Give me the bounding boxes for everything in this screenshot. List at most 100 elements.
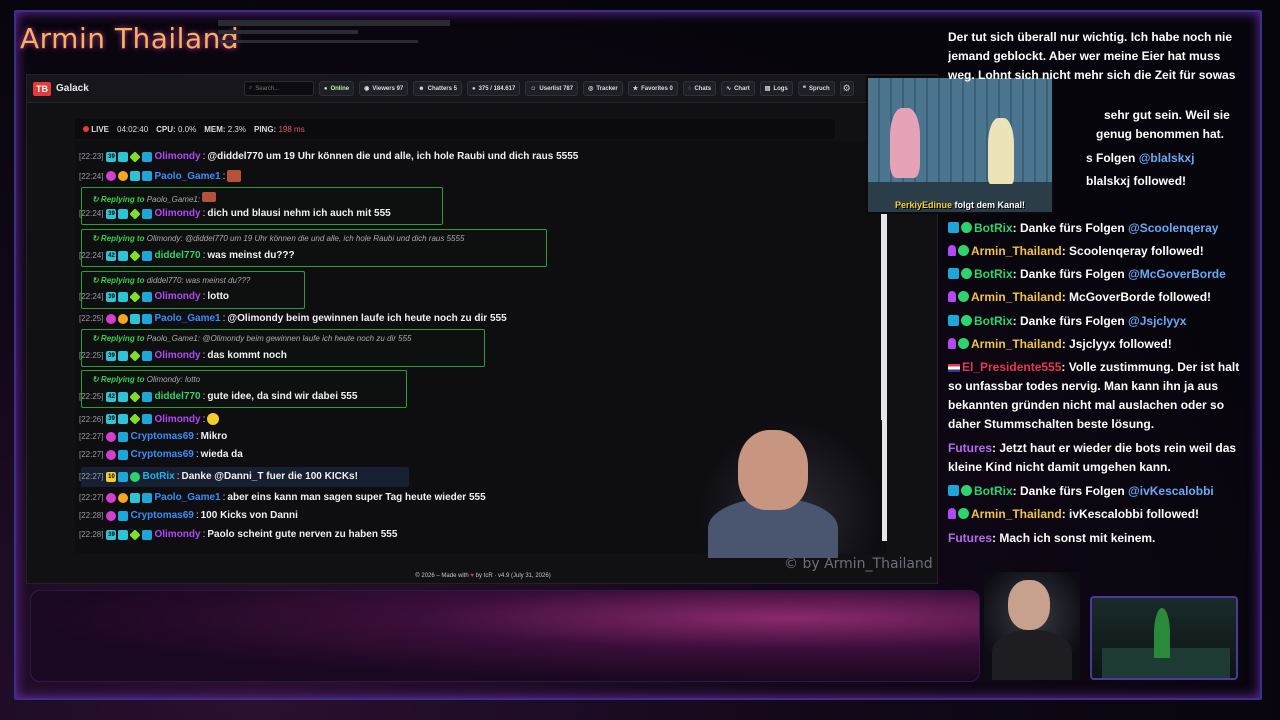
username: diddel770 [154, 391, 201, 402]
viewers-button[interactable]: ◉ Viewers 97 [359, 81, 409, 96]
broadcaster-icon [948, 338, 956, 349]
verified-icon [961, 222, 972, 233]
bot-icon [948, 315, 959, 326]
verified-icon [961, 268, 972, 279]
settings-gear-icon[interactable]: ⚙ [839, 81, 854, 96]
side-chat-message: BotRix: Danke fürs Folgen @Jsjclyyx [948, 312, 1244, 331]
badge-icon [118, 151, 129, 162]
verified-badge-icon [142, 414, 153, 424]
verified-badge-icon [142, 492, 153, 503]
verified-badge-icon [118, 449, 129, 460]
verified-badge-icon [142, 171, 153, 181]
favorites-button[interactable]: ★ Favorites 0 [627, 81, 678, 96]
sub-badge-icon: 39 [106, 414, 117, 424]
sub-badge-icon: 10 [106, 471, 117, 482]
verified-badge-icon [142, 391, 153, 402]
verified-badge-icon [142, 250, 153, 261]
chats-button[interactable]: ◌ Chats [682, 81, 717, 96]
glitch-bar [218, 40, 418, 43]
vip-badge-icon [129, 207, 142, 220]
reply-block: ↻ Replying to Paolo_Game1: @Olimondy bei… [81, 329, 485, 367]
online-button[interactable]: ● Online [318, 81, 355, 96]
username: Cryptomas69 [130, 510, 194, 521]
username: Olimondy [154, 291, 201, 302]
app-footer: © 2026 – Made with ♥ by tcR · v4.9 (July… [415, 573, 551, 579]
chat-message: [22:24] 39 Olimondy: lotto [79, 290, 230, 303]
verified-icon [958, 245, 969, 256]
chats-icon: ◌ [687, 85, 692, 92]
username: Olimondy [154, 350, 201, 361]
search-input[interactable]: ⌕ Search... [243, 81, 314, 96]
chart-button[interactable]: ∿ Chart [721, 81, 755, 96]
username: Olimondy [154, 151, 201, 162]
chat-message: [22:27] Cryptomas69: wieda da [79, 449, 243, 460]
chat-message: [22:25] Paolo_Game1: @Olimondy beim gewin… [79, 313, 507, 324]
chat-message: [22:25] 42 diddel770: gute idee, da sind w… [79, 390, 358, 403]
username: Paolo_Game1 [154, 492, 221, 503]
room-camera [1090, 596, 1238, 680]
verified-badge-icon [142, 529, 153, 540]
side-chat-message: Armin_Thailand: Scoolenqeray followed! [948, 242, 1244, 261]
chat-message: [22:27] Cryptomas69: Mikro [79, 431, 228, 442]
vip-badge-icon [129, 150, 142, 163]
sub-badge-icon: 39 [106, 208, 117, 219]
watermark: © by Armin_Thailand [784, 556, 933, 572]
emote-icon [227, 170, 242, 182]
chat-message: [22:24] 42 diddel770: was meinst du??? [79, 249, 295, 262]
side-chat-message: Der tut sich überall nur wichtig. Ich ha… [948, 30, 1236, 82]
stream-title: Armin Thailand [20, 22, 240, 55]
userlist-button[interactable]: ☺ Userlist 787 [525, 81, 579, 96]
app-logo: TB [33, 81, 51, 96]
logs-button[interactable]: ▤ Logs [759, 81, 793, 96]
spruch-button[interactable]: ❝ Spruch [797, 81, 835, 96]
sub-badge-icon: 39 [106, 350, 117, 361]
verified-icon [958, 338, 969, 349]
vip-badge-icon [129, 349, 142, 362]
side-chat-fragment: blalskxj followed! [1086, 174, 1187, 188]
messages-button[interactable]: ● 375 / 184.617 [466, 81, 521, 96]
vip-badge-icon [129, 249, 142, 262]
side-chat-message: Armin_Thailand: Jsjclyyx followed! [948, 335, 1244, 354]
username: Cryptomas69 [130, 449, 194, 460]
star-icon: ★ [632, 86, 639, 92]
broadcaster-icon [948, 245, 956, 256]
side-chat-message: BotRix: Danke fürs Folgen @ivKescalobbi [948, 482, 1244, 501]
bot-icon [948, 485, 959, 496]
side-chat: Der tut sich überall nur wichtig. Ich ha… [944, 28, 1244, 558]
reply-block: ↻ Replying to Olimondy: @diddel770 um 19… [81, 229, 547, 267]
gift-badge-icon [118, 171, 129, 181]
emote-icon [202, 192, 217, 202]
username: Olimondy [154, 529, 201, 540]
verified-badge-icon [142, 350, 153, 361]
logs-icon: ▤ [764, 86, 771, 92]
verified-icon [958, 508, 969, 519]
side-chat-message: Armin_Thailand: ivKescalobbi followed! [948, 505, 1244, 524]
side-chat-message: Futures: Mach ich sonst mit keinem. [948, 531, 1156, 545]
verified-icon [958, 291, 969, 302]
webcam-secondary [984, 572, 1080, 680]
chat-message: [22:27] Paolo_Game1: aber eins kann man s… [79, 492, 486, 503]
glitch-bar [218, 30, 358, 34]
pink-panther-image [890, 108, 920, 178]
reply-block: ↻ Replying to Olimondy: lotto [81, 370, 407, 408]
sub-badge-icon: 42 [106, 250, 117, 261]
side-chat-fragment: sehr gut sein. Weil sie [1104, 108, 1230, 122]
flag-icon [948, 364, 960, 372]
chat-message: [22:24] 39 Olimondy: dich und blausi nehm … [79, 207, 391, 220]
badge-icon [130, 171, 141, 181]
vip-badge-icon [129, 290, 142, 303]
reply-block: ↻ Replying to Paolo_Game1: [81, 187, 443, 225]
status-bar: LIVE 04:02:40 CPU: 0.0% MEM: 2.3% PING: … [75, 119, 835, 139]
gift-badge-icon [118, 313, 129, 324]
username: Cryptomas69 [130, 431, 194, 442]
bottom-banner [30, 590, 980, 682]
tracker-icon: ◎ [588, 86, 594, 92]
verified-badge-icon [142, 291, 153, 302]
chart-icon: ∿ [726, 86, 732, 92]
users-icon: ☻ [418, 85, 425, 92]
side-chat-message: Armin_Thailand: McGoverBorde followed! [948, 288, 1244, 307]
verified-badge-icon [118, 510, 129, 521]
tracker-button[interactable]: ◎ Tracker [583, 81, 623, 96]
chatters-button[interactable]: ☻ Chatters 5 [413, 81, 462, 96]
verified-icon [961, 315, 972, 326]
